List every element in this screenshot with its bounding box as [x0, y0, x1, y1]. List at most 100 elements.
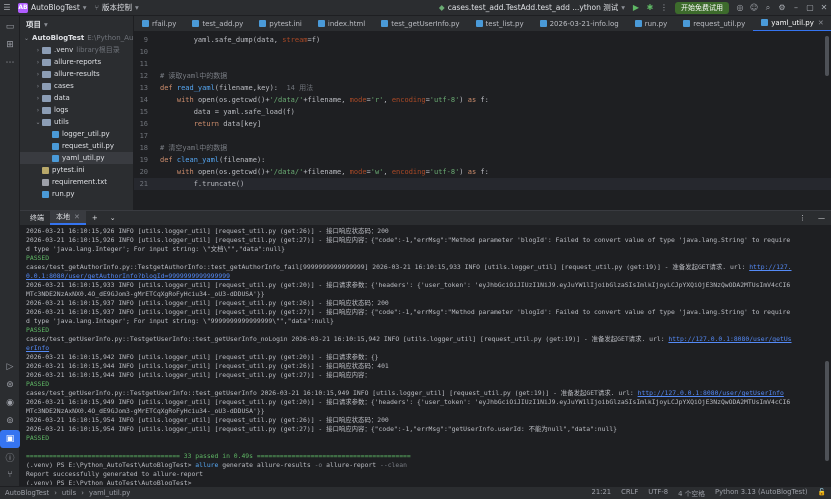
- file-encoding[interactable]: UTF-8: [643, 488, 673, 498]
- code-line[interactable]: 13 def read_yaml(filename,key): 14 用法: [134, 82, 831, 94]
- git-icon[interactable]: ⑂: [0, 466, 20, 484]
- chevron-down-icon[interactable]: ⌄: [24, 35, 29, 42]
- more-tools-icon[interactable]: ⋯: [0, 54, 20, 72]
- maximize-icon[interactable]: ▢: [803, 0, 817, 16]
- vcs-menu[interactable]: ⑂ 版本控制 ▾: [91, 0, 143, 16]
- editor-tab[interactable]: 2026-03-21-info.log: [532, 16, 627, 31]
- tree-item[interactable]: requirement.txt: [20, 176, 133, 188]
- problems-icon[interactable]: ⓘ: [0, 448, 20, 466]
- terminal-link[interactable]: http://127.0.0.1:8080/user/getUs: [668, 335, 791, 343]
- tree-item[interactable]: request_util.py: [20, 140, 133, 152]
- breadcrumb-project[interactable]: AutoBlogTest: [0, 489, 54, 497]
- tree-item[interactable]: ⌄ utils: [20, 116, 133, 128]
- editor-tab[interactable]: rfail.py: [134, 16, 184, 31]
- ai-assistant-icon[interactable]: ◎: [733, 0, 747, 16]
- tree-item[interactable]: ⌄AutoBlogTestE:\Python_Auto: [20, 32, 133, 44]
- terminal-link[interactable]: http://127.0.0.1:8080/user/getUserInfo: [638, 389, 784, 397]
- project-switcher[interactable]: AB AutoBlogTest ▾: [14, 0, 91, 16]
- terminal-tab-local[interactable]: 本地 ✕: [50, 211, 86, 225]
- minimize-icon[interactable]: –: [789, 0, 803, 16]
- chevron-down-icon[interactable]: ⌄: [34, 119, 42, 126]
- editor-tab[interactable]: pytest.ini: [251, 16, 310, 31]
- chevron-right-icon[interactable]: ›: [34, 95, 42, 102]
- tree-item[interactable]: › allure-reports: [20, 56, 133, 68]
- services-icon[interactable]: ◉: [0, 394, 20, 412]
- code-line[interactable]: 18 # 清空yaml中的数据: [134, 142, 831, 154]
- chevron-right-icon[interactable]: ›: [34, 107, 42, 114]
- code-line[interactable]: 9 yaml.safe_dump(data, stream=f): [134, 34, 831, 46]
- settings-gear-icon[interactable]: ⚙: [775, 0, 789, 16]
- code-line[interactable]: 10: [134, 46, 831, 58]
- breadcrumb-file[interactable]: yaml_util.py: [84, 489, 135, 497]
- run-icon[interactable]: ▶: [629, 0, 643, 16]
- search-icon[interactable]: ⌕: [761, 0, 775, 16]
- terminal-link[interactable]: http://127.: [749, 263, 791, 271]
- hide-panel-icon[interactable]: —: [812, 211, 831, 225]
- tree-item[interactable]: pytest.ini: [20, 164, 133, 176]
- close-icon[interactable]: ✕: [74, 213, 80, 221]
- code-line[interactable]: 21 f.truncate(): [134, 178, 831, 190]
- code-line[interactable]: 17: [134, 130, 831, 142]
- code-line[interactable]: 20 with open(os.getcwd()+'/data/'+filena…: [134, 166, 831, 178]
- code-line[interactable]: 15 data = yaml.safe_load(f): [134, 106, 831, 118]
- structure-icon[interactable]: ⊞: [0, 36, 20, 54]
- editor-tab[interactable]: request_util.py: [675, 16, 753, 31]
- line-separator[interactable]: CRLF: [616, 488, 643, 498]
- hamburger-menu-icon[interactable]: ☰: [0, 0, 14, 16]
- tree-item[interactable]: yaml_util.py: [20, 152, 133, 164]
- close-icon[interactable]: ✕: [817, 0, 831, 16]
- terminal-link[interactable]: 0.0.1:8080/user/getAuthorInfo?blogId=999…: [26, 272, 230, 280]
- code-token: read_yaml: [176, 84, 215, 92]
- code-editor[interactable]: 9 yaml.safe_dump(data, stream=f) 10 11 12 # …: [134, 32, 831, 210]
- code-line[interactable]: 14 with open(os.getcwd()+'/data/'+filena…: [134, 94, 831, 106]
- editor-tab[interactable]: index.html: [310, 16, 373, 31]
- chevron-right-icon[interactable]: ›: [34, 59, 42, 66]
- code-line[interactable]: 19 def clean_yaml(filename):: [134, 154, 831, 166]
- cursor-position[interactable]: 21:21: [587, 488, 617, 498]
- terminal-link[interactable]: erInfo: [26, 344, 49, 352]
- indent-setting[interactable]: 4 个空格: [673, 488, 710, 498]
- code-text: with open(os.getcwd()+'/data/'+filename,…: [154, 96, 489, 104]
- tree-item[interactable]: logger_util.py: [20, 128, 133, 140]
- code-line[interactable]: 16 return data[key]: [134, 118, 831, 130]
- tree-item[interactable]: › .venv library根目录: [20, 44, 133, 56]
- upgrade-button[interactable]: 开始免费试用: [671, 0, 733, 16]
- code-line[interactable]: 11: [134, 58, 831, 70]
- tree-item[interactable]: › data: [20, 92, 133, 104]
- more-options-icon[interactable]: ⋮: [793, 211, 812, 225]
- chevron-right-icon[interactable]: ›: [34, 47, 42, 54]
- code-line[interactable]: 12 # 读取yaml中的数据: [134, 70, 831, 82]
- code-token: f:: [480, 168, 489, 176]
- run-tool-icon[interactable]: ▷: [0, 358, 20, 376]
- tree-item[interactable]: › logs: [20, 104, 133, 116]
- python-packages-icon[interactable]: ⊛: [0, 376, 20, 394]
- terminal-command-token: allure-report: [322, 461, 380, 469]
- terminal-output[interactable]: 2026-03-21 16:10:15,926 INFO [utils.logg…: [26, 227, 826, 485]
- terminal-text: PASSED: [26, 434, 50, 442]
- python-console-icon[interactable]: ⊚: [0, 412, 20, 430]
- editor-tab[interactable]: test_getUserInfo.py: [373, 16, 467, 31]
- tree-item[interactable]: › cases: [20, 80, 133, 92]
- project-panel-header[interactable]: 项目 ▾: [20, 16, 133, 32]
- editor-tab[interactable]: yaml_util.py ✕: [753, 16, 831, 31]
- python-interpreter[interactable]: Python 3.13 (AutoBlogTest): [710, 488, 813, 498]
- editor-tab[interactable]: test_add.py: [184, 16, 251, 31]
- chevron-right-icon[interactable]: ›: [34, 71, 42, 78]
- close-icon[interactable]: ✕: [818, 19, 824, 27]
- run-config-selector[interactable]: ◆ cases.test_add.TestAdd.test_add ...yth…: [435, 0, 629, 16]
- editor-tab[interactable]: run.py: [627, 16, 676, 31]
- debug-icon[interactable]: ✱: [643, 0, 657, 16]
- lock-icon[interactable]: 🔓: [813, 488, 831, 498]
- user-icon[interactable]: ☺: [747, 0, 761, 16]
- terminal-icon[interactable]: ▣: [0, 430, 20, 448]
- editor-tab[interactable]: test_list.py: [468, 16, 532, 31]
- project-folder-icon[interactable]: ▭: [0, 18, 20, 36]
- chevron-right-icon[interactable]: ›: [34, 83, 42, 90]
- chevron-down-icon[interactable]: ⌄: [104, 211, 122, 225]
- breadcrumb-folder[interactable]: utils: [57, 489, 81, 497]
- terminal-scrollbar[interactable]: [825, 361, 829, 461]
- new-terminal-icon[interactable]: +: [86, 211, 104, 225]
- tree-item[interactable]: › allure-results: [20, 68, 133, 80]
- more-actions-icon[interactable]: ⋮: [657, 0, 671, 16]
- tree-item[interactable]: run.py: [20, 188, 133, 200]
